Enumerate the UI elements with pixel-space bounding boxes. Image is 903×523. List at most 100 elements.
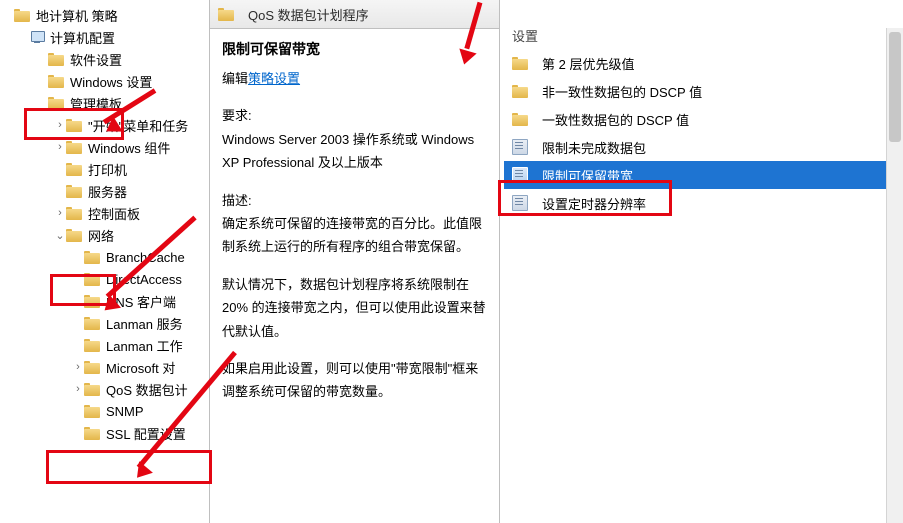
description-p3: 如果启用此设置，则可以使用"带宽限制"框来调整系统可保留的带宽数量。 bbox=[222, 357, 487, 404]
policy-icon bbox=[512, 167, 528, 183]
tree-item[interactable]: DirectAccess bbox=[0, 268, 209, 290]
settings-item-label: 限制未完成数据包 bbox=[542, 138, 646, 157]
policy-title: 限制可保留带宽 bbox=[210, 29, 499, 63]
settings-list-pane: 设置 第 2 层优先级值非一致性数据包的 DSCP 值一致性数据包的 DSCP … bbox=[500, 0, 903, 523]
description-block: 描述: 确定系统可保留的连接带宽的百分比。此值限制系统上运行的所有程序的组合带宽… bbox=[222, 189, 487, 259]
tree-item-label: "开始"菜单和任务 bbox=[88, 116, 188, 135]
tree-item[interactable]: 打印机 bbox=[0, 158, 209, 180]
settings-header: 设置 bbox=[500, 18, 903, 49]
policy-icon bbox=[512, 139, 528, 155]
tree-item-label: Lanman 工作 bbox=[106, 336, 183, 355]
description-label: 描述: bbox=[222, 193, 252, 208]
edit-policy-link[interactable]: 策略设置 bbox=[248, 71, 300, 86]
tree-item-label: Windows 组件 bbox=[88, 138, 170, 157]
chevron-right-icon[interactable]: › bbox=[72, 361, 84, 373]
requirements-label: 要求: bbox=[222, 108, 252, 123]
settings-item[interactable]: 限制未完成数据包 bbox=[504, 133, 903, 161]
tree-item-label: BranchCache bbox=[106, 250, 185, 265]
tree-item[interactable]: BranchCache bbox=[0, 246, 209, 268]
scrollbar-thumb[interactable] bbox=[889, 32, 901, 142]
tree-item[interactable]: SSL 配置设置 bbox=[0, 422, 209, 444]
tree-item-label: 软件设置 bbox=[70, 50, 122, 69]
folder-icon bbox=[218, 8, 234, 21]
tree-item-label: SNMP bbox=[106, 404, 144, 419]
folder-icon bbox=[84, 383, 100, 396]
description-p1: 确定系统可保留的连接带宽的百分比。此值限制系统上运行的所有程序的组合带宽保留。 bbox=[222, 216, 482, 254]
settings-item[interactable]: 非一致性数据包的 DSCP 值 bbox=[504, 77, 903, 105]
folder-icon bbox=[84, 295, 100, 308]
tree-item[interactable]: › "开始"菜单和任务 bbox=[0, 114, 209, 136]
folder-icon bbox=[84, 317, 100, 330]
tree-item-label: DNS 客户端 bbox=[106, 292, 176, 311]
scrollbar[interactable] bbox=[886, 28, 903, 523]
tree-item[interactable]: › 控制面板 bbox=[0, 202, 209, 224]
folder-icon bbox=[512, 57, 528, 70]
settings-item-label: 第 2 层优先级值 bbox=[542, 54, 634, 73]
settings-item-label: 一致性数据包的 DSCP 值 bbox=[542, 110, 689, 129]
policy-icon bbox=[512, 195, 528, 211]
folder-icon bbox=[84, 427, 100, 440]
tree-item[interactable]: Windows 设置 bbox=[0, 70, 209, 92]
settings-item[interactable]: 一致性数据包的 DSCP 值 bbox=[504, 105, 903, 133]
settings-item-label: 非一致性数据包的 DSCP 值 bbox=[542, 82, 702, 101]
breadcrumb: QoS 数据包计划程序 bbox=[210, 0, 499, 29]
tree-computer-config-label: 计算机配置 bbox=[50, 28, 115, 47]
chevron-down-icon[interactable]: ⌄ bbox=[54, 229, 66, 242]
settings-item-label: 设置定时器分辨率 bbox=[542, 194, 646, 213]
tree-item[interactable]: › Windows 组件 bbox=[0, 136, 209, 158]
computer-icon bbox=[30, 30, 44, 44]
tree-item[interactable]: › QoS 数据包计 bbox=[0, 378, 209, 400]
settings-item[interactable]: 第 2 层优先级值 bbox=[504, 49, 903, 77]
folder-icon bbox=[84, 361, 100, 374]
folder-icon bbox=[66, 229, 82, 242]
folder-icon bbox=[14, 9, 30, 22]
folder-icon bbox=[512, 113, 528, 126]
tree-computer-config[interactable]: 计算机配置 bbox=[0, 26, 209, 48]
chevron-right-icon[interactable]: › bbox=[54, 207, 66, 219]
folder-icon bbox=[66, 207, 82, 220]
tree-item-label: QoS 数据包计 bbox=[106, 380, 188, 399]
folder-icon bbox=[84, 339, 100, 352]
edit-prefix: 编辑 bbox=[222, 71, 248, 86]
folder-icon bbox=[512, 85, 528, 98]
tree-item-label: Microsoft 对 bbox=[106, 358, 175, 377]
tree-item[interactable]: DNS 客户端 bbox=[0, 290, 209, 312]
tree-root[interactable]: 地计算机 策略 bbox=[0, 4, 209, 26]
tree-item[interactable]: ⌄ 网络 bbox=[0, 224, 209, 246]
tree-item[interactable]: 软件设置 bbox=[0, 48, 209, 70]
folder-icon bbox=[84, 405, 100, 418]
chevron-right-icon[interactable]: › bbox=[54, 141, 66, 153]
folder-icon bbox=[84, 273, 100, 286]
tree-item[interactable]: Lanman 服务 bbox=[0, 312, 209, 334]
tree-item-label: 管理模板 bbox=[70, 94, 122, 113]
tree-item[interactable]: SNMP bbox=[0, 400, 209, 422]
settings-item[interactable]: 设置定时器分辨率 bbox=[504, 189, 903, 217]
tree-item[interactable]: 服务器 bbox=[0, 180, 209, 202]
tree-item-label: Lanman 服务 bbox=[106, 314, 183, 333]
folder-icon bbox=[66, 185, 82, 198]
folder-icon bbox=[48, 75, 64, 88]
tree-item-label: Windows 设置 bbox=[70, 72, 152, 91]
detail-pane: QoS 数据包计划程序 限制可保留带宽 编辑策略设置 要求: Windows S… bbox=[210, 0, 500, 523]
tree-item-label: SSL 配置设置 bbox=[106, 424, 186, 443]
folder-icon bbox=[48, 53, 64, 66]
tree-item[interactable]: › Microsoft 对 bbox=[0, 356, 209, 378]
tree-root-label: 地计算机 策略 bbox=[36, 6, 118, 25]
folder-icon bbox=[66, 119, 82, 132]
description-p2: 默认情况下，数据包计划程序将系统限制在 20% 的连接带宽之内，但可以使用此设置… bbox=[222, 273, 487, 343]
tree-item-label: 服务器 bbox=[88, 182, 127, 201]
folder-icon bbox=[48, 97, 64, 110]
folder-icon bbox=[66, 141, 82, 154]
chevron-right-icon[interactable]: › bbox=[54, 119, 66, 131]
folder-icon bbox=[66, 163, 82, 176]
tree-item-label: 网络 bbox=[88, 226, 114, 245]
nav-tree-pane: 地计算机 策略 计算机配置 软件设置 Windows 设置管理模板 › "开始"菜单和… bbox=[0, 0, 210, 523]
settings-item-label: 限制可保留带宽 bbox=[542, 166, 633, 185]
tree-item[interactable]: 管理模板 bbox=[0, 92, 209, 114]
tree-item[interactable]: Lanman 工作 bbox=[0, 334, 209, 356]
breadcrumb-title: QoS 数据包计划程序 bbox=[248, 5, 369, 24]
tree-item-label: 控制面板 bbox=[88, 204, 140, 223]
chevron-right-icon[interactable]: › bbox=[72, 383, 84, 395]
settings-item[interactable]: 限制可保留带宽 bbox=[504, 161, 903, 189]
edit-policy-line: 编辑策略设置 bbox=[222, 67, 487, 90]
